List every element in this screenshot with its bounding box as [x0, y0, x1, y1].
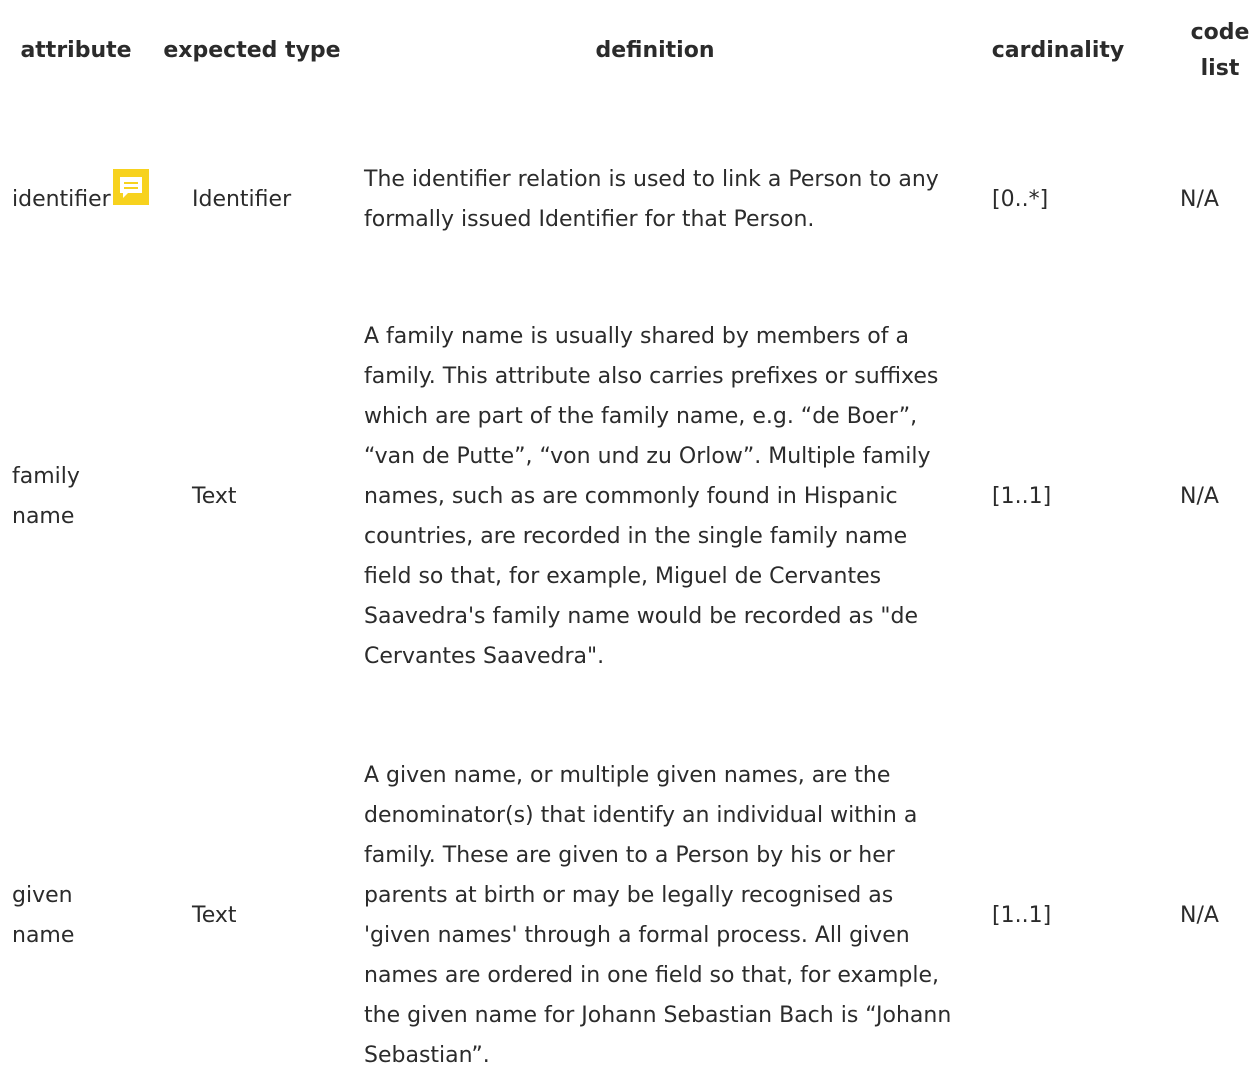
header-cardinality: cardinality — [991, 38, 1125, 63]
header-attribute: attribute — [20, 38, 132, 63]
definition-cell: A family name is usually shared by membe… — [364, 312, 964, 682]
header-definition: definition — [595, 38, 715, 63]
attribute-cell: family name — [12, 312, 172, 682]
comment-icon[interactable] — [112, 169, 149, 205]
code-list-cell: N/A — [1180, 187, 1219, 212]
attribute-cell: given name — [12, 758, 172, 1071]
expected-type-cell: Text — [192, 903, 237, 928]
attribute-wrap: identifier — [12, 169, 149, 220]
cardinality-cell: [1..1] — [992, 903, 1052, 928]
attribute-cell: identifier — [12, 150, 172, 250]
table-row: identifier Identifier The identifier rel… — [0, 150, 1253, 250]
attribute-name: family name — [12, 464, 80, 529]
cardinality-cell: [1..1] — [992, 484, 1052, 509]
attribute-table: attribute expected type definition cardi… — [0, 0, 1253, 1071]
cardinality-cell: [0..*] — [992, 187, 1049, 212]
attribute-name: given name — [12, 883, 75, 948]
expected-type-cell: Identifier — [192, 187, 292, 212]
definition-cell: A given name, or multiple given names, a… — [364, 758, 964, 1071]
definition-cell: The identifier relation is used to link … — [364, 150, 964, 250]
definition-text: A family name is usually shared by membe… — [364, 324, 939, 669]
table-row: family name Text A family name is usuall… — [0, 312, 1253, 682]
expected-type-cell: Text — [192, 484, 237, 509]
header-code-list: code list — [1190, 20, 1250, 81]
definition-text: A given name, or multiple given names, a… — [364, 763, 952, 1068]
table-row: given name Text A given name, or multipl… — [0, 758, 1253, 1071]
code-list-cell: N/A — [1180, 903, 1219, 928]
code-list-cell: N/A — [1180, 484, 1219, 509]
header-expected-type: expected type — [163, 38, 341, 63]
attribute-name: identifier — [12, 187, 111, 212]
definition-text: The identifier relation is used to link … — [364, 167, 939, 232]
